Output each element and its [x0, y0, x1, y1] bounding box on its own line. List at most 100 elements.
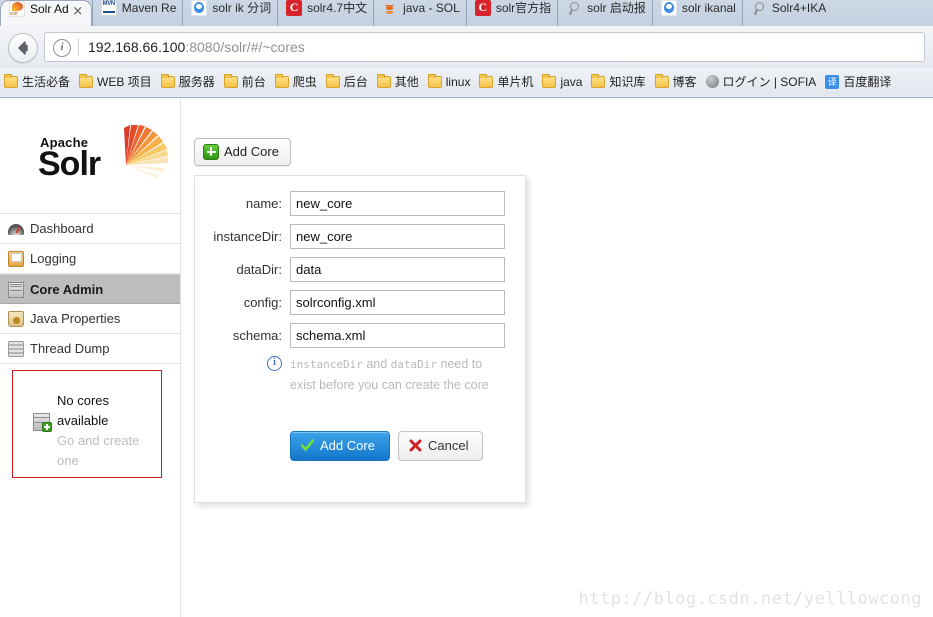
browser-window: Solr Ad× Maven Re solr ik 分词 solr4.7中文 java …: [0, 0, 933, 617]
close-x-icon: [409, 439, 422, 452]
add-core-toolbar-button[interactable]: Add Core: [194, 138, 291, 166]
core-name-input[interactable]: [290, 191, 505, 216]
globe-icon: [705, 75, 719, 89]
folder-icon: [654, 73, 669, 88]
browser-toolbar: i 192.168.66.100:8080/solr/#/~cores: [0, 26, 933, 69]
add-core-dialog: name:instanceDir:dataDir:config:schema: …: [194, 175, 526, 503]
no-cores-box[interactable]: No cores available Go and create one: [12, 370, 162, 478]
browser-tab-5[interactable]: solr官方指: [465, 0, 557, 26]
folder-icon: [4, 73, 18, 88]
sidebar-item-logging[interactable]: Logging: [0, 244, 180, 274]
sidebar-item-label: Dashboard: [30, 221, 94, 236]
url-path: :8080/solr/#/~cores: [185, 39, 305, 55]
bookmark-10[interactable]: 知识库: [587, 68, 650, 97]
bookmark-label: 生活必备: [22, 75, 71, 89]
data-dir-input[interactable]: [290, 257, 505, 282]
solr-admin-page: Apache Solr Dashboard Logging Core Admin…: [0, 98, 933, 617]
bookmark-7[interactable]: linux: [424, 68, 476, 97]
dialog-add-core-label: Add Core: [320, 438, 375, 453]
baidu-favicon: [660, 0, 677, 16]
bookmark-1[interactable]: WEB 项目: [75, 68, 157, 97]
hint-datadir: dataDir: [390, 358, 438, 371]
folder-icon: [223, 73, 238, 88]
bookmark-2[interactable]: 服务器: [157, 68, 220, 97]
logo-solr-text: Solr: [38, 145, 101, 183]
bookmarks-bar: 生活必备 WEB 项目 服务器 前台 爬虫 后台 其他 linux 单片机 java 知识库 博客 ログ…: [0, 68, 933, 99]
bookmark-12[interactable]: ログイン | SOFIA: [702, 68, 822, 97]
browser-tab-7[interactable]: solr ikanal: [651, 0, 742, 26]
csdn-favicon: [286, 0, 303, 16]
bookmark-11[interactable]: 博客: [651, 68, 702, 97]
csdn-favicon: [474, 0, 491, 16]
tab-label: java - SOL: [403, 0, 460, 15]
bookmark-label: 前台: [241, 75, 266, 89]
no-cores-link-line2[interactable]: one: [57, 453, 79, 468]
sidebar-item-dashboard[interactable]: Dashboard: [0, 214, 180, 244]
browser-tab-6[interactable]: solr 启动报: [557, 0, 652, 26]
bookmark-5[interactable]: 后台: [322, 68, 373, 97]
folder-icon: [325, 73, 340, 88]
url-text: 192.168.66.100:8080/solr/#/~cores: [88, 38, 305, 57]
dialog-cancel-button[interactable]: Cancel: [398, 431, 484, 461]
no-cores-link-line1[interactable]: Go and create: [57, 433, 139, 448]
tab-label: solr官方指: [495, 1, 552, 16]
site-info-icon[interactable]: i: [53, 39, 71, 57]
browser-tab-2[interactable]: solr ik 分词: [182, 0, 277, 26]
bookmark-4[interactable]: 爬虫: [271, 68, 322, 97]
solr-logo[interactable]: Apache Solr: [36, 125, 168, 187]
sidebar-nav: Dashboard Logging Core Admin Java Propertie…: [0, 213, 180, 364]
url-divider: [78, 38, 79, 56]
back-arrow-icon: [18, 41, 28, 55]
folder-icon: [160, 73, 175, 88]
browser-tab-0[interactable]: Solr Ad×: [0, 0, 92, 26]
bookmark-0[interactable]: 生活必备: [0, 68, 75, 97]
bookmark-8[interactable]: 单片机: [475, 68, 538, 97]
sidebar-item-java-properties[interactable]: Java Properties: [0, 304, 180, 334]
browser-tab-4[interactable]: java - SOL: [373, 0, 466, 26]
bookmark-6[interactable]: 其他: [373, 68, 424, 97]
sidebar-item-thread-dump[interactable]: Thread Dump: [0, 334, 180, 364]
browser-tab-3[interactable]: solr4.7中文: [277, 0, 373, 26]
address-bar[interactable]: i 192.168.66.100:8080/solr/#/~cores: [44, 32, 925, 62]
baidu-favicon: [191, 0, 208, 16]
folder-icon: [79, 73, 94, 88]
bookmark-13[interactable]: 译百度翻译: [821, 68, 896, 97]
form-row-instance-dir: instanceDir:: [195, 223, 527, 256]
sidebar-item-label: Core Admin: [30, 282, 104, 297]
config-file-input[interactable]: [290, 290, 505, 315]
instance-dir-input[interactable]: [290, 224, 505, 249]
tab-label: solr ikanal: [681, 0, 736, 15]
browser-tab-1[interactable]: Maven Re: [91, 0, 183, 26]
bookmark-label: ログイン | SOFIA: [722, 75, 817, 89]
back-button[interactable]: [8, 33, 38, 63]
dialog-hint: instanceDir and dataDir need to exist be…: [290, 354, 490, 395]
tab-strip: Solr Ad× Maven Re solr ik 分词 solr4.7中文 java …: [0, 0, 933, 26]
schema-file-input[interactable]: [290, 323, 505, 348]
logging-icon: [8, 251, 24, 267]
schema-file-label: schema:: [232, 328, 282, 343]
add-core-toolbar-label: Add Core: [224, 144, 279, 159]
tab-label: Solr4+IKA: [771, 0, 827, 15]
tab-label: solr ik 分词: [212, 1, 272, 16]
tab-label: Solr Ad: [30, 1, 69, 16]
tab-close-icon[interactable]: ×: [71, 5, 85, 19]
dialog-cancel-label: Cancel: [428, 438, 469, 453]
tab-label: Maven Re: [121, 0, 177, 15]
dashboard-icon: [8, 224, 24, 235]
form-row-data-dir: dataDir:: [195, 256, 527, 289]
bookmark-3[interactable]: 前台: [220, 68, 271, 97]
form-row-schema-file: schema:: [195, 322, 527, 355]
content-area: Add Core name: instanceDir: dataDir: config…: [180, 98, 933, 617]
browser-tab-8[interactable]: Solr4+IKA: [741, 0, 832, 26]
sidebar-item-core-admin[interactable]: Core Admin: [0, 274, 180, 304]
bookmark-label: 单片机: [497, 75, 534, 89]
data-dir-label: dataDir:: [236, 262, 282, 277]
sidebar-item-label: Java Properties: [30, 311, 121, 326]
sidebar-item-label: Thread Dump: [30, 341, 110, 356]
folder-icon: [427, 73, 442, 88]
hint-instancedir: instanceDir: [290, 358, 363, 371]
bookmark-9[interactable]: java: [538, 68, 587, 97]
tab-label: solr 启动报: [587, 1, 646, 16]
bookmark-label: linux: [445, 75, 471, 89]
dialog-add-core-button[interactable]: Add Core: [290, 431, 390, 461]
